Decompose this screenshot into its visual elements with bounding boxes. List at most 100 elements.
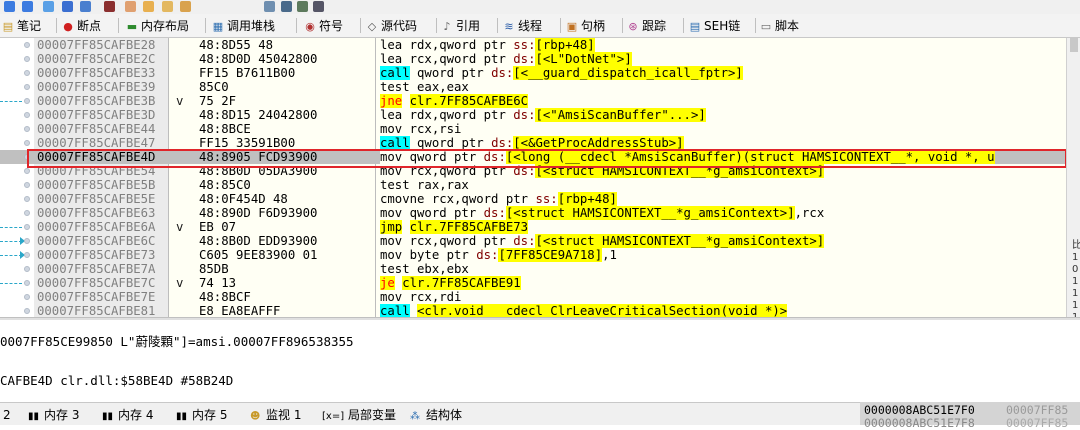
tab-threads[interactable]: ≋ 线程: [503, 17, 542, 35]
arrow-down-icon[interactable]: [22, 1, 33, 12]
breakpoint-dot-icon[interactable]: [24, 56, 30, 62]
memory-icon[interactable]: [281, 1, 292, 12]
tab-handles[interactable]: ▣ 句柄: [566, 17, 605, 35]
disasm-row[interactable]: 00007FF85CAFBE3D 48:8D15 24042800 lea rd…: [0, 108, 1066, 122]
disasm-row[interactable]: 00007FF85CAFBE63 48:890D F6D93900 mov qw…: [0, 206, 1066, 220]
disasm-row[interactable]: 00007FF85CAFBE47 FF15 33591B00 call qwor…: [0, 136, 1066, 150]
run-to-icon[interactable]: [80, 1, 91, 12]
instruction: call qword ptr ds:[<&GetProcAddressStub>…: [380, 136, 684, 150]
step-over-icon[interactable]: [62, 1, 73, 12]
call-stack-icon: ▦: [212, 20, 224, 33]
disasm-row[interactable]: 00007FF85CAFBE6C 48:8B0D EDD93900 mov rc…: [0, 234, 1066, 248]
instruction: call <clr.void __cdecl ClrLeaveCriticalS…: [380, 304, 788, 318]
side-panel-text: 比 1 0 1 1 1 1: [1072, 240, 1080, 323]
breakpoint-dot-icon[interactable]: [24, 182, 30, 188]
breakpoint-dot-icon[interactable]: [24, 70, 30, 76]
tab-watch-1[interactable]: ☻ 监视 1: [250, 407, 301, 423]
chip-icon[interactable]: [313, 1, 324, 12]
tab-references[interactable]: ♪ 引用: [441, 17, 480, 35]
breakpoint-dot-icon[interactable]: [24, 210, 30, 216]
tab-locals[interactable]: [x=] 局部变量: [322, 407, 396, 423]
brush-icon[interactable]: [162, 1, 173, 12]
tab-memory-5[interactable]: ▮▮ 内存 5: [176, 407, 227, 423]
breakpoint-dot-icon[interactable]: [24, 294, 30, 300]
struct-icon: ⁂: [410, 411, 420, 422]
handles-icon: ▣: [566, 20, 578, 33]
tab-memory-map[interactable]: ▬ 内存布局: [126, 17, 189, 35]
hash-icon[interactable]: [228, 1, 239, 12]
instruction: jne clr.7FF85CAFBE6C: [380, 94, 529, 108]
disasm-row[interactable]: 00007FF85CAFBE7E 48:8BCF mov rcx,rdi: [0, 290, 1066, 304]
stack-address-list[interactable]: 0000008ABC51E7F0 00007FF85 0000008ABC51E…: [860, 402, 1080, 430]
breakpoint-dot-icon[interactable]: [24, 112, 30, 118]
breakpoint-dot-icon[interactable]: [24, 280, 30, 286]
instruction: mov rcx,rsi: [380, 122, 462, 136]
disasm-row[interactable]: 00007FF85CAFBE6A v EB 07 jmp clr.7FF85CA…: [0, 220, 1066, 234]
patch-icon[interactable]: [180, 1, 191, 12]
fx-icon[interactable]: [203, 1, 214, 12]
disasm-row[interactable]: 00007FF85CAFBE5B 48:85C0 test rax,rax: [0, 178, 1066, 192]
breakpoint-dot-icon[interactable]: [24, 308, 30, 314]
breakpoint-dot-icon[interactable]: [24, 266, 30, 272]
instruction: test eax,eax: [380, 80, 469, 94]
disasm-row[interactable]: 00007FF85CAFBE44 48:8BCE mov rcx,rsi: [0, 122, 1066, 136]
highlight-box: [27, 149, 1067, 168]
disasm-row[interactable]: 00007FF85CAFBE5E 48:0F454D 48 cmovne rcx…: [0, 192, 1066, 206]
tab-trace[interactable]: ⊛ 跟踪: [627, 17, 666, 35]
tab-memory-2[interactable]: 2: [3, 407, 11, 423]
tab-script[interactable]: ▭ 脚本: [760, 17, 799, 35]
notes-icon: ▤: [2, 20, 14, 33]
breakpoint-dot-icon[interactable]: [24, 238, 30, 244]
memory-icon: ▮▮: [28, 411, 40, 422]
disasm-row[interactable]: 00007FF85CAFBE73 C605 9EE83900 01 mov by…: [0, 248, 1066, 262]
instruction: lea rdx,qword ptr ds:[<"AmsiScanBuffer".…: [380, 108, 706, 122]
disasm-row[interactable]: 00007FF85CAFBE7A 85DB test ebx,ebx: [0, 262, 1066, 276]
pencil-icon[interactable]: [143, 1, 154, 12]
jump-arrow-icon: [0, 255, 22, 256]
disassembly-view[interactable]: 00007FF85CAFBE28 48:8D55 48 lea rdx,qwor…: [0, 38, 1067, 318]
disasm-row[interactable]: 00007FF85CAFBE81 E8 EA8EAFFF call <clr.v…: [0, 304, 1066, 318]
disasm-row[interactable]: 00007FF85CAFBE33 FF15 B7611B00 call qwor…: [0, 66, 1066, 80]
info-line: CAFBE4D clr.dll:$58BE4D #58B24D: [0, 373, 234, 388]
breakpoint-dot-icon[interactable]: [24, 140, 30, 146]
breakpoint-dot-icon[interactable]: [24, 126, 30, 132]
tab-memory-3[interactable]: ▮▮ 内存 3: [28, 407, 79, 423]
disasm-row[interactable]: 00007FF85CAFBE3B v 75 2F jne clr.7FF85CA…: [0, 94, 1066, 108]
breakpoint-dot-icon[interactable]: [24, 42, 30, 48]
instruction: lea rcx,qword ptr ds:[<L"DotNet">]: [380, 52, 632, 66]
threads-icon: ≋: [504, 20, 514, 33]
breakpoint-dot-icon[interactable]: [24, 98, 30, 104]
jump-arrow-icon: [0, 241, 22, 242]
tab-call-stack[interactable]: ▦ 调用堆栈: [212, 17, 275, 35]
step-into-icon[interactable]: [43, 1, 54, 12]
instruction: jmp clr.7FF85CAFBE73: [380, 220, 529, 234]
breakpoint-dot-icon[interactable]: [24, 252, 30, 258]
list-icon[interactable]: [264, 1, 275, 12]
tab-symbols[interactable]: ◉ 符号: [304, 17, 343, 35]
view-tabs: ▤ 笔记 ● 断点 ▬ 内存布局 ▦ 调用堆栈 ◉ 符号 ◇ 源代码 ♪ 引用 ≋ 线程 ▣ 句柄…: [0, 14, 1080, 38]
disasm-row[interactable]: 00007FF85CAFBE7C v 74 13 je clr.7FF85CAF…: [0, 276, 1066, 290]
breakpoint-dot-icon[interactable]: [24, 224, 30, 230]
disasm-row[interactable]: 00007FF85CAFBE39 85C0 test eax,eax: [0, 80, 1066, 94]
pen-icon[interactable]: [125, 1, 136, 12]
grid-icon[interactable]: [297, 1, 308, 12]
tab-seh[interactable]: ▤ SEH链: [689, 17, 740, 35]
tab-memory-4[interactable]: ▮▮ 内存 4: [102, 407, 153, 423]
memory-map-icon: ▬: [126, 20, 138, 33]
memory-icon: ▮▮: [176, 411, 188, 422]
breakpoint-dot-icon[interactable]: [24, 168, 30, 174]
breakpoint-dot-icon[interactable]: [24, 84, 30, 90]
tab-struct[interactable]: ⁂ 结构体: [410, 407, 462, 423]
breakpoint-dot-icon[interactable]: [24, 196, 30, 202]
disasm-row[interactable]: 00007FF85CAFBE2C 48:8D0D 45042800 lea rc…: [0, 52, 1066, 66]
tab-notes[interactable]: ▤ 笔记: [2, 17, 41, 35]
scrollbar-thumb[interactable]: [1070, 38, 1078, 52]
arrow-right-icon[interactable]: [4, 1, 15, 12]
disasm-row[interactable]: 00007FF85CAFBE28 48:8D55 48 lea rdx,qwor…: [0, 38, 1066, 52]
font-icon[interactable]: [248, 1, 259, 12]
jump-arrow-icon: [0, 283, 22, 284]
stop-icon[interactable]: [104, 1, 115, 12]
tab-breakpoints[interactable]: ● 断点: [62, 17, 101, 35]
tab-source[interactable]: ◇ 源代码: [366, 17, 417, 35]
instruction: cmovne rcx,qword ptr ss:[rbp+48]: [380, 192, 617, 206]
